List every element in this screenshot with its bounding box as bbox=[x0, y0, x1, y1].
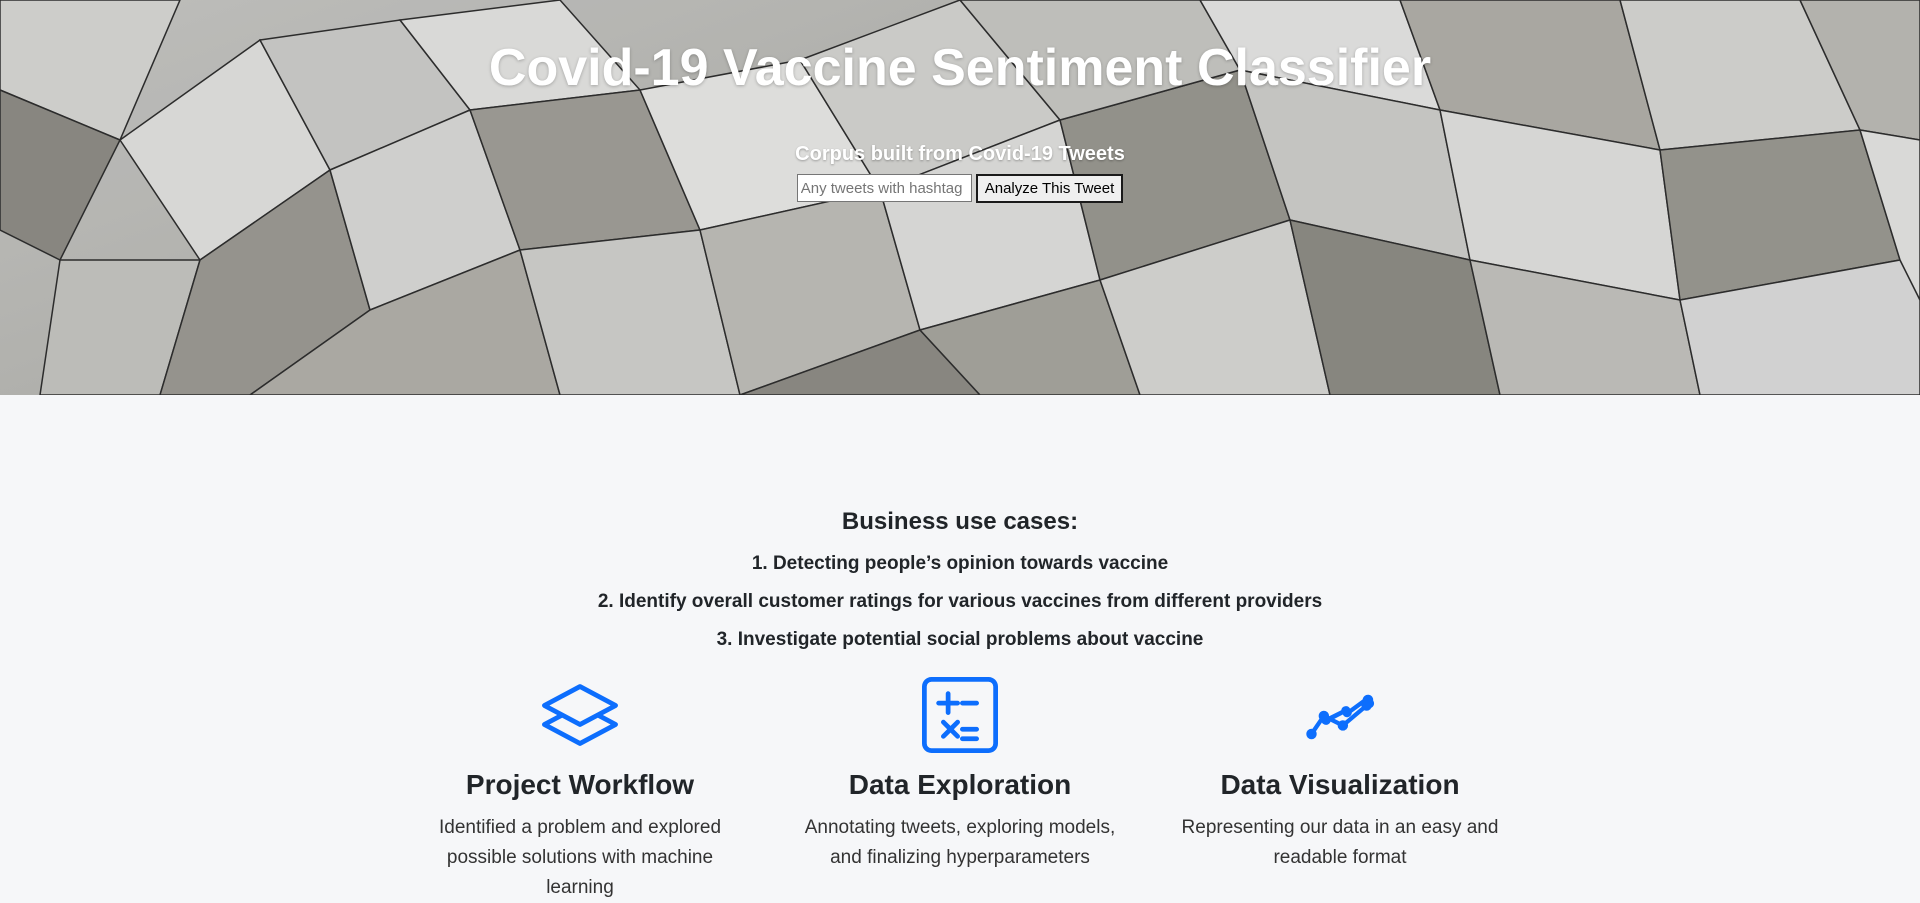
feature-description: Identified a problem and explored possib… bbox=[438, 817, 722, 898]
use-cases-title: Business use cases: bbox=[841, 508, 1079, 535]
tweet-form: Analyze This Tweet bbox=[0, 174, 1920, 203]
feature-title: Data Visualization bbox=[1220, 769, 1460, 800]
hero-subtitle: Corpus built from Covid-19 Tweets bbox=[795, 143, 1125, 165]
use-case-item: 1. Detecting people’s opinion towards va… bbox=[751, 553, 1169, 574]
main-content: Business use cases: 1. Detecting people’… bbox=[0, 508, 1920, 903]
feature-description: Representing our data in an easy and rea… bbox=[1181, 817, 1499, 868]
feature-title: Project Workflow bbox=[465, 769, 695, 800]
features-section: Project Workflow Identified a problem an… bbox=[0, 677, 1920, 903]
graph-up-icon bbox=[1150, 677, 1530, 753]
feature-project-workflow: Project Workflow Identified a problem an… bbox=[390, 677, 770, 903]
feature-title: Data Exploration bbox=[848, 769, 1072, 800]
calculator-icon bbox=[770, 677, 1150, 753]
feature-description: Annotating tweets, exploring models, and… bbox=[804, 817, 1116, 868]
use-case-item: 2. Identify overall customer ratings for… bbox=[597, 591, 1323, 612]
feature-data-exploration: Data Exploration Annotating tweets, expl… bbox=[770, 677, 1150, 903]
analyze-button[interactable]: Analyze This Tweet bbox=[975, 174, 1124, 203]
tweet-input[interactable] bbox=[796, 174, 972, 202]
layers-icon bbox=[390, 677, 770, 753]
use-case-item: 3. Investigate potential social problems… bbox=[716, 629, 1204, 650]
hero-banner: Covid-19 Vaccine Sentiment Classifier Co… bbox=[0, 0, 1920, 395]
page-title: Covid-19 Vaccine Sentiment Classifier bbox=[488, 39, 1432, 97]
feature-data-visualization: Data Visualization Representing our data… bbox=[1150, 677, 1530, 903]
